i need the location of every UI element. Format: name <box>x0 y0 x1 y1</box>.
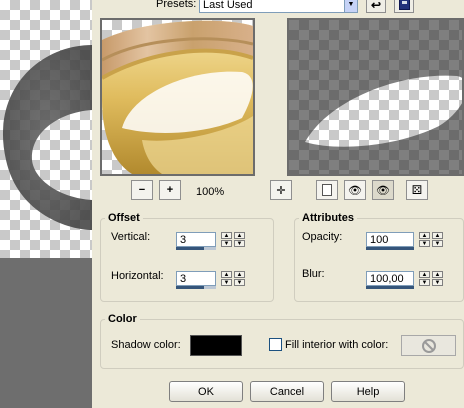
spin-down-icon[interactable]: ▼ <box>419 279 430 286</box>
vertical-label: Vertical: <box>111 231 151 243</box>
vertical-slider[interactable] <box>176 247 216 250</box>
floppy-disk-icon <box>398 0 410 10</box>
eye-icon: 👁 <box>376 184 390 197</box>
horizontal-spinner-alt[interactable]: ▲ ▼ <box>234 271 245 286</box>
spin-down-icon[interactable]: ▼ <box>221 279 232 286</box>
horizontal-input[interactable]: 3 <box>176 271 216 286</box>
blur-slider[interactable] <box>366 286 414 289</box>
ring-image <box>102 20 253 174</box>
opacity-spinner[interactable]: ▲ ▼ <box>419 232 430 247</box>
vertical-input[interactable]: 3 <box>176 232 216 247</box>
auto-proof-toggle-button[interactable]: 👁 <box>372 180 394 200</box>
spin-down-icon[interactable]: ▼ <box>234 240 245 247</box>
spin-down-icon[interactable]: ▼ <box>432 240 443 247</box>
opacity-label: Opacity: <box>302 231 343 243</box>
auto-proof-button[interactable]: 👁 <box>344 180 366 200</box>
spin-up-icon[interactable]: ▲ <box>234 232 245 239</box>
spin-up-icon[interactable]: ▲ <box>432 271 443 278</box>
vertical-spinner-alt[interactable]: ▲ ▼ <box>234 232 245 247</box>
ring-shadow-canvas <box>2 45 92 230</box>
no-color-icon <box>421 338 436 353</box>
opacity-value: 100 <box>370 233 389 246</box>
spin-up-icon[interactable]: ▲ <box>419 232 430 239</box>
spin-down-icon[interactable]: ▼ <box>234 279 245 286</box>
spin-up-icon[interactable]: ▲ <box>221 232 232 239</box>
zoom-in-button[interactable]: + <box>159 180 181 200</box>
spin-up-icon[interactable]: ▲ <box>432 232 443 239</box>
zoom-in-icon: + <box>166 184 174 196</box>
vertical-spinner[interactable]: ▲ ▼ <box>221 232 232 247</box>
spin-down-icon[interactable]: ▼ <box>221 240 232 247</box>
chevron-down-icon[interactable]: ▼ <box>344 0 357 12</box>
presets-value: Last Used <box>203 0 253 11</box>
vertical-value: 3 <box>180 233 187 246</box>
spin-down-icon[interactable]: ▼ <box>432 279 443 286</box>
before-preview-frame <box>100 18 255 176</box>
opacity-input[interactable]: 100 <box>366 232 414 247</box>
attributes-title: Attributes <box>299 212 357 224</box>
reset-preset-button[interactable]: ↩ <box>366 0 386 13</box>
blur-spinner-alt[interactable]: ▲ ▼ <box>432 271 443 286</box>
blur-input[interactable]: 100,00 <box>366 271 414 286</box>
eye-lock-icon: 👁 <box>348 184 362 197</box>
blur-value: 100,00 <box>370 272 404 285</box>
color-title: Color <box>105 313 140 325</box>
cancel-button[interactable]: Cancel <box>250 381 324 402</box>
blur-spinner[interactable]: ▲ ▼ <box>419 271 430 286</box>
fill-color-swatch[interactable] <box>401 335 456 356</box>
spin-up-icon[interactable]: ▲ <box>221 271 232 278</box>
randomize-button[interactable]: ⚄ <box>406 180 428 200</box>
spin-up-icon[interactable]: ▲ <box>419 271 430 278</box>
fill-interior-checkbox[interactable] <box>269 338 282 351</box>
after-preview-frame <box>287 18 464 176</box>
offset-title: Offset <box>105 212 143 224</box>
dice-icon: ⚄ <box>411 183 423 197</box>
presets-select[interactable]: Last Used ▼ <box>199 0 358 13</box>
ok-button[interactable]: OK <box>169 381 243 402</box>
presets-label: Presets: <box>156 0 197 10</box>
shadow-color-swatch[interactable] <box>190 335 242 356</box>
spin-down-icon[interactable]: ▼ <box>419 240 430 247</box>
drop-shadow-dialog: Presets: Last Used ▼ ↩ − + 100% ✛ 👁 👁 ⚄ … <box>92 0 464 408</box>
fill-interior-label: Fill interior with color: <box>285 339 389 351</box>
zoom-out-button[interactable]: − <box>131 180 153 200</box>
spin-up-icon[interactable]: ▲ <box>234 271 245 278</box>
undo-arrow-icon: ↩ <box>370 0 382 12</box>
pan-button[interactable]: ✛ <box>270 180 292 200</box>
help-button[interactable]: Help <box>331 381 405 402</box>
horizontal-slider[interactable] <box>176 286 216 289</box>
canvas-area <box>0 0 92 258</box>
zoom-level: 100% <box>196 186 225 198</box>
save-preset-button[interactable] <box>394 0 414 13</box>
canvas-bottom-gray <box>0 258 92 408</box>
proof-button[interactable] <box>316 180 338 200</box>
shadow-preview-image <box>289 20 462 174</box>
document-icon <box>322 184 332 196</box>
opacity-slider[interactable] <box>366 247 414 250</box>
opacity-spinner-alt[interactable]: ▲ ▼ <box>432 232 443 247</box>
blur-label: Blur: <box>302 268 325 280</box>
zoom-out-icon: − <box>138 184 146 196</box>
horizontal-value: 3 <box>180 272 187 285</box>
move-crosshair-icon: ✛ <box>276 184 286 197</box>
horizontal-label: Horizontal: <box>111 270 164 282</box>
horizontal-spinner[interactable]: ▲ ▼ <box>221 271 232 286</box>
shadow-color-label: Shadow color: <box>111 339 181 351</box>
